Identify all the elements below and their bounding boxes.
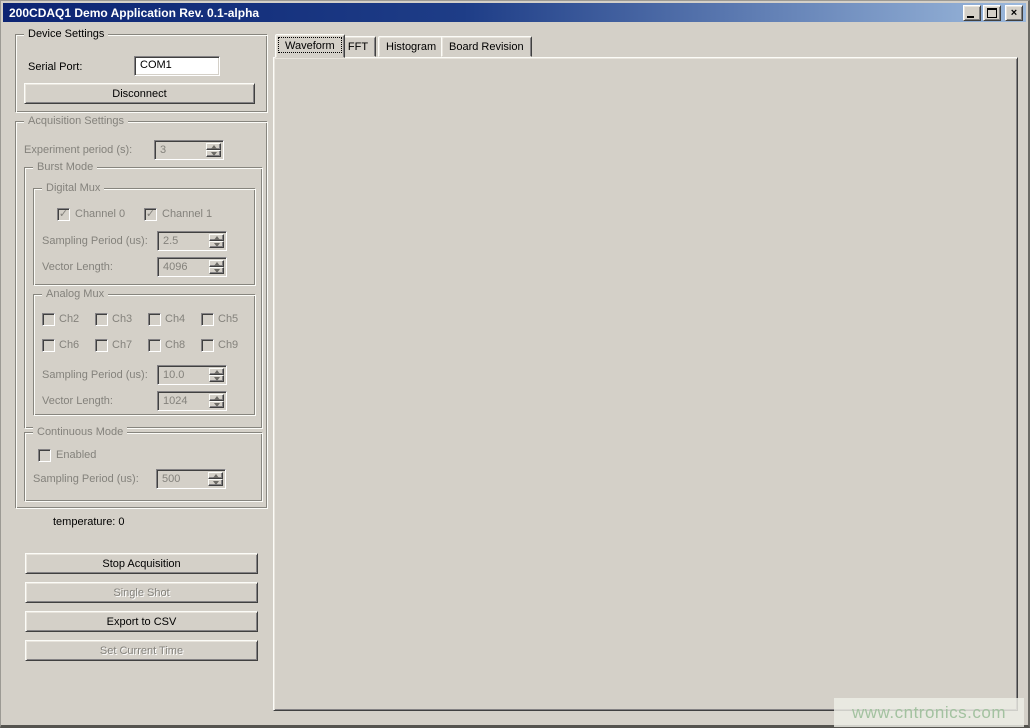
digital-mux-group: Digital Mux ✓ Channel 0 ✓ Channel 1 Samp… (33, 188, 255, 285)
spin-up-icon (214, 396, 220, 400)
spin-down-icon (214, 377, 220, 381)
spin-down-button (206, 150, 221, 157)
continuous-mode-group: Continuous Mode Enabled Sampling Period … (24, 432, 262, 501)
burst-mode-legend: Burst Mode (33, 161, 97, 173)
stop-acquisition-button[interactable]: Stop Acquisition (25, 553, 258, 574)
spin-up-button (209, 234, 224, 241)
spin-up-button (209, 368, 224, 375)
digital-sampling-period-spinner: 2.5 (157, 231, 227, 251)
acquisition-settings-legend: Acquisition Settings (24, 115, 128, 127)
continuous-sampling-period-label: Sampling Period (us): (33, 473, 139, 485)
ch2-label: Ch2 (59, 313, 79, 325)
disconnect-button[interactable]: Disconnect (24, 83, 255, 104)
analog-sampling-period-spinner: 10.0 (157, 365, 227, 385)
channel1-checkbox: ✓ (144, 208, 157, 221)
continuous-mode-legend: Continuous Mode (33, 426, 127, 438)
spin-up-icon (211, 145, 217, 149)
ch5-checkbox (201, 313, 214, 326)
spin-down-button (209, 241, 224, 248)
channel1-label: Channel 1 (162, 208, 212, 220)
device-settings-group: Device Settings Serial Port: COM1 Discon… (15, 34, 267, 112)
device-settings-legend: Device Settings (24, 28, 108, 40)
check-icon: ✓ (146, 210, 155, 219)
ch4-label: Ch4 (165, 313, 185, 325)
channel0-checkbox: ✓ (57, 208, 70, 221)
ch8-label: Ch8 (165, 339, 185, 351)
tab-waveform[interactable]: Waveform (275, 34, 345, 58)
spin-up-button (209, 394, 224, 401)
temperature-readout: temperature: 0 (53, 516, 125, 528)
maximize-icon (987, 8, 997, 18)
spin-up-button (209, 260, 224, 267)
single-shot-button: Single Shot (25, 582, 258, 603)
spin-down-button (208, 479, 223, 486)
acquisition-settings-group: Acquisition Settings Experiment period (… (15, 121, 267, 508)
tab-fft[interactable]: FFT (340, 36, 376, 57)
continuous-sampling-period-spinner: 500 (156, 469, 226, 489)
tab-board-revision[interactable]: Board Revision (441, 36, 532, 57)
serial-port-label: Serial Port: (28, 61, 82, 73)
channel0-label: Channel 0 (75, 208, 125, 220)
spin-down-icon (213, 481, 219, 485)
spin-down-button (209, 375, 224, 382)
spin-down-icon (214, 269, 220, 273)
burst-mode-group: Burst Mode Digital Mux ✓ Channel 0 ✓ Cha… (24, 167, 262, 428)
spin-up-icon (214, 262, 220, 266)
app-window: 200CDAQ1 Demo Application Rev. 0.1-alpha… (0, 0, 1030, 728)
analog-vector-length-spinner: 1024 (157, 391, 227, 411)
ch4-checkbox (148, 313, 161, 326)
serial-port-input[interactable]: COM1 (134, 56, 220, 76)
ch8-checkbox (148, 339, 161, 352)
ch9-checkbox (201, 339, 214, 352)
digital-mux-legend: Digital Mux (42, 182, 104, 194)
spin-down-button (209, 401, 224, 408)
spin-down-icon (211, 152, 217, 156)
export-to-csv-button[interactable]: Export to CSV (25, 611, 258, 632)
spin-down-icon (214, 243, 220, 247)
analog-mux-group: Analog Mux Ch2 Ch3 Ch4 Ch5 Ch6 Ch7 Ch8 C… (33, 294, 255, 415)
experiment-period-label: Experiment period (s): (24, 144, 132, 156)
digital-sampling-period-label: Sampling Period (us): (42, 235, 148, 247)
experiment-period-spinner: 3 (154, 140, 224, 160)
ch3-checkbox (95, 313, 108, 326)
serial-port-value: COM1 (140, 59, 172, 71)
ch7-checkbox (95, 339, 108, 352)
enabled-label: Enabled (56, 449, 96, 461)
spin-up-icon (214, 236, 220, 240)
set-current-time-button: Set Current Time (25, 640, 258, 661)
ch2-checkbox (42, 313, 55, 326)
spin-down-button (209, 267, 224, 274)
check-icon: ✓ (59, 210, 68, 219)
spin-up-button (206, 143, 221, 150)
watermark: www.cntronics.com (834, 698, 1024, 727)
analog-vector-length-label: Vector Length: (42, 395, 113, 407)
ch9-label: Ch9 (218, 339, 238, 351)
spin-up-icon (214, 370, 220, 374)
ch6-label: Ch6 (59, 339, 79, 351)
spin-up-button (208, 472, 223, 479)
digital-vector-length-spinner: 4096 (157, 257, 227, 277)
ch7-label: Ch7 (112, 339, 132, 351)
minimize-icon (967, 16, 974, 18)
titlebar: 200CDAQ1 Demo Application Rev. 0.1-alpha… (3, 3, 1026, 22)
spin-down-icon (214, 403, 220, 407)
spin-up-icon (213, 474, 219, 478)
minimize-button[interactable] (963, 5, 981, 21)
digital-vector-length-label: Vector Length: (42, 261, 113, 273)
analog-mux-legend: Analog Mux (42, 288, 108, 300)
tab-histogram[interactable]: Histogram (378, 36, 444, 57)
enabled-checkbox (38, 449, 51, 462)
window-controls: × (963, 5, 1026, 21)
analog-sampling-period-label: Sampling Period (us): (42, 369, 148, 381)
waveform-tab-panel (273, 57, 1018, 711)
close-icon: × (1011, 8, 1017, 18)
ch6-checkbox (42, 339, 55, 352)
window-title: 200CDAQ1 Demo Application Rev. 0.1-alpha (9, 6, 259, 20)
ch5-label: Ch5 (218, 313, 238, 325)
close-button[interactable]: × (1005, 5, 1023, 21)
maximize-button[interactable] (983, 5, 1001, 21)
ch3-label: Ch3 (112, 313, 132, 325)
